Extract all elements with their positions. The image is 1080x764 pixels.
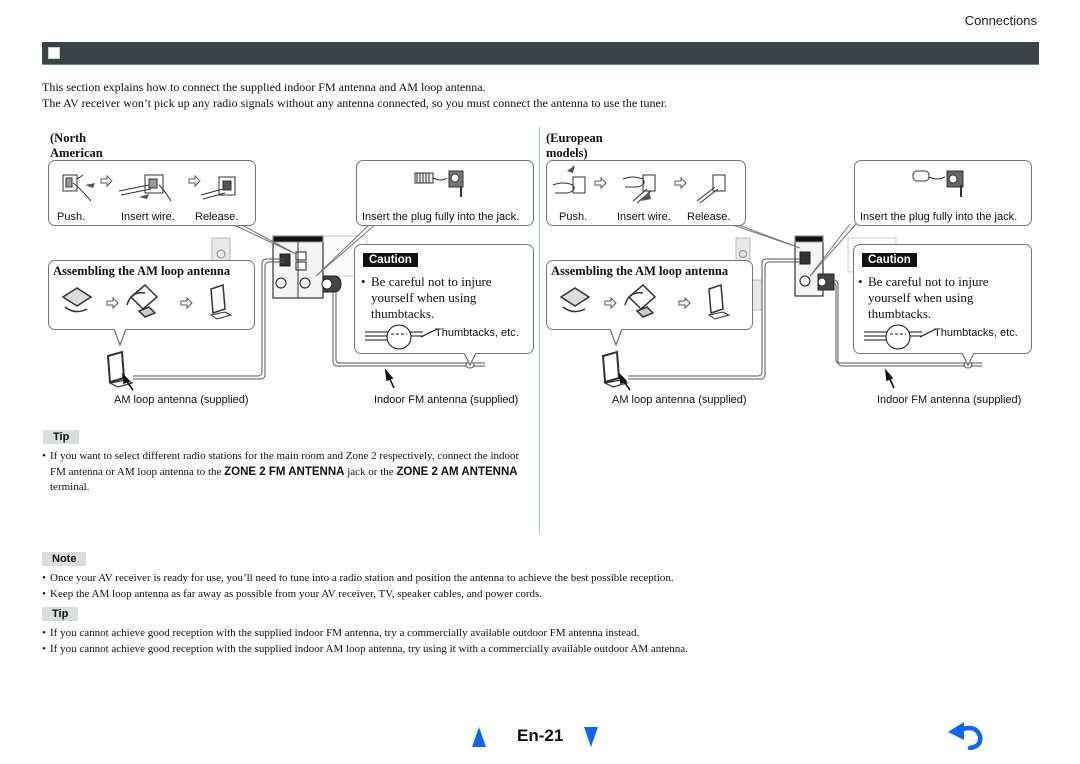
plug-caption: Insert the plug fully into the jack.: [860, 211, 1018, 223]
wire-steps-callout: Push. Insert wire. Release.: [546, 160, 746, 226]
caution-text: • Be careful not to injure yourself when…: [858, 274, 989, 321]
tip-item: If you cannot achieve good reception wit…: [42, 626, 1042, 642]
tip-list: If you want to select different radio st…: [42, 449, 532, 496]
bullet: •: [858, 274, 863, 289]
tip-badge: Tip: [42, 607, 79, 621]
note-item: Once your AV receiver is ready for use, …: [42, 571, 1042, 587]
fm-plug-icon: [817, 273, 835, 291]
assembling-callout-tail: [609, 329, 623, 347]
step-push: Push.: [559, 211, 588, 223]
plug-callout: Insert the plug fully into the jack.: [854, 160, 1032, 226]
prev-page-button[interactable]: [472, 727, 486, 747]
note-badge: Note: [42, 552, 87, 566]
thumbtacks-label: Thumbtacks, etc.: [934, 327, 1018, 339]
caution-callout: Caution • Be careful not to injure yours…: [853, 244, 1032, 354]
next-page-button[interactable]: [584, 727, 598, 747]
return-arrow-icon: [948, 722, 983, 751]
fm-plug-jack-icon: [912, 170, 964, 197]
tip-item: If you want to select different radio st…: [42, 449, 532, 496]
thumbtack-icon: [864, 324, 937, 350]
am-assembly-illustration: [559, 283, 731, 320]
tip-badge: Tip: [43, 430, 80, 444]
caution-callout-tail: [961, 353, 975, 367]
note-item: Keep the AM loop antenna as far away as …: [42, 587, 1042, 603]
am-antenna-label: AM loop antenna (supplied): [612, 394, 747, 406]
note-list: Once your AV receiver is ready for use, …: [42, 571, 1042, 602]
step-release: Release.: [687, 211, 731, 223]
back-button[interactable]: [946, 718, 986, 752]
tip-list: If you cannot achieve good reception wit…: [42, 626, 1042, 657]
caution-badge: Caution: [862, 253, 917, 267]
assembling-callout: Assembling the AM loop antenna: [546, 260, 753, 330]
fm-antenna-label: Indoor FM antenna (supplied): [877, 394, 1022, 406]
wire-steps-illustration: [552, 165, 726, 204]
pointer-arrows: [618, 368, 895, 391]
page-number: En-21: [517, 726, 564, 745]
tip-item: If you cannot achieve good reception wit…: [42, 642, 1042, 658]
step-insert-wire: Insert wire.: [617, 211, 671, 223]
